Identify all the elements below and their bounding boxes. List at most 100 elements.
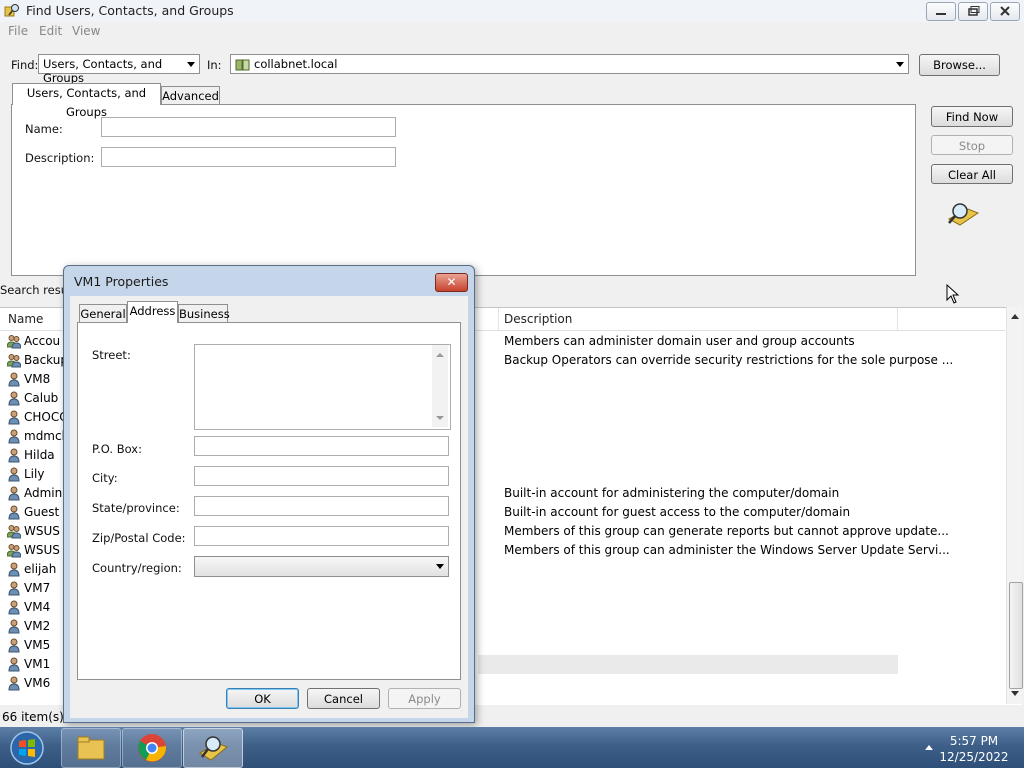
dialog-body: General Address Business Street: P.O. Bo… <box>70 296 468 718</box>
row-name: VM1 <box>24 657 51 671</box>
row-name: CHOCC <box>24 410 68 424</box>
row-name: Guest <box>24 505 60 519</box>
find-now-button[interactable]: Find Now <box>931 106 1013 127</box>
stop-button[interactable]: Stop <box>931 135 1013 155</box>
find-app-icon <box>4 4 19 17</box>
row-name: VM5 <box>24 638 51 652</box>
user-icon <box>8 391 20 406</box>
state-input[interactable] <box>194 496 449 516</box>
row-name: Hilda <box>24 448 55 462</box>
in-label: In: <box>207 58 222 72</box>
tab-business[interactable]: Business <box>178 304 230 324</box>
row-description: Backup Operators can override security r… <box>504 353 954 367</box>
group-icon <box>7 354 21 368</box>
restore-icon <box>968 6 980 16</box>
chrome-icon <box>138 734 167 762</box>
window-title: Find Users, Contacts, and Groups <box>26 3 234 18</box>
in-location-value: collabnet.local <box>254 57 338 71</box>
mouse-cursor-icon <box>946 284 960 304</box>
chevron-down-icon <box>436 564 444 569</box>
dialog-close-button[interactable]: ✕ <box>435 273 468 292</box>
name-label: Name: <box>25 122 63 136</box>
start-button[interactable] <box>3 728 51 767</box>
row-name: Admini <box>24 486 66 500</box>
scroll-up-icon[interactable] <box>435 350 445 358</box>
menu-view[interactable]: View <box>72 24 100 38</box>
user-icon <box>8 372 20 387</box>
country-select[interactable] <box>194 556 449 577</box>
user-icon <box>8 505 20 520</box>
results-scrollbar[interactable] <box>1006 307 1023 704</box>
user-icon <box>8 467 20 482</box>
scroll-up-icon[interactable] <box>1010 312 1020 320</box>
street-label: Street: <box>92 348 131 362</box>
menu-edit[interactable]: Edit <box>39 24 62 38</box>
clock-date: 12/25/2022 <box>939 750 1009 764</box>
minimize-button[interactable] <box>926 2 956 21</box>
user-icon <box>8 486 20 501</box>
domain-icon <box>235 59 250 71</box>
taskbar-explorer[interactable] <box>61 728 121 768</box>
zip-input[interactable] <box>194 526 449 546</box>
menu-bar: File Edit View <box>0 22 1024 42</box>
search-criteria-panel: Name: Description: <box>11 104 916 276</box>
find-label: Find: <box>11 58 39 72</box>
user-icon <box>8 600 20 615</box>
taskbar-chrome[interactable] <box>122 728 182 768</box>
scroll-thumb[interactable] <box>1009 582 1023 689</box>
in-location-select[interactable]: collabnet.local <box>230 54 909 74</box>
row-name: VM4 <box>24 600 51 614</box>
ok-button[interactable]: OK <box>226 688 299 709</box>
name-input[interactable] <box>101 117 396 137</box>
tab-users-contacts-groups[interactable]: Users, Contacts, and Groups <box>12 83 161 119</box>
status-text: 66 item(s) f <box>2 710 72 724</box>
clock[interactable]: 5:57 PM 12/25/2022 <box>934 733 1014 765</box>
city-input[interactable] <box>194 466 449 486</box>
tab-general[interactable]: General <box>79 304 127 324</box>
column-description-header[interactable]: Description <box>504 312 572 326</box>
clock-time: 5:57 PM <box>949 734 999 748</box>
pobox-input[interactable] <box>194 436 449 456</box>
chevron-down-icon <box>187 62 195 67</box>
user-icon <box>8 657 20 672</box>
find-type-select[interactable]: Users, Contacts, and Groups <box>38 54 200 85</box>
close-button[interactable] <box>990 2 1020 21</box>
row-name: Lily <box>24 467 45 481</box>
user-icon <box>8 638 20 653</box>
row-description: Members of this group can administer the… <box>504 543 950 557</box>
scroll-down-icon[interactable] <box>1010 690 1020 698</box>
browse-button[interactable]: Browse... <box>919 54 1000 76</box>
street-textarea[interactable] <box>194 344 451 430</box>
user-icon <box>8 676 20 691</box>
taskbar-find-users[interactable] <box>183 728 243 768</box>
show-hidden-icons-icon[interactable] <box>924 743 934 751</box>
row-description: Built-in account for guest access to the… <box>504 505 851 519</box>
column-name-header[interactable]: Name <box>8 312 43 326</box>
window-titlebar: Find Users, Contacts, and Groups <box>0 0 1024 23</box>
tab-advanced[interactable]: Advanced <box>161 86 220 106</box>
description-input[interactable] <box>101 147 396 167</box>
row-name: mdmck <box>24 429 69 443</box>
group-icon <box>7 335 21 349</box>
menu-file[interactable]: File <box>8 24 28 38</box>
find-app-icon <box>199 736 228 761</box>
clear-all-button[interactable]: Clear All <box>931 164 1013 184</box>
description-label: Description: <box>25 151 95 165</box>
row-name: VM8 <box>24 372 51 386</box>
cancel-button[interactable]: Cancel <box>307 688 380 709</box>
address-tab-panel: Street: P.O. Box: City: State/province: … <box>77 322 461 680</box>
user-icon <box>8 562 20 577</box>
country-label: Country/region: <box>92 561 182 575</box>
restore-button[interactable] <box>958 2 988 21</box>
search-animation-icon <box>947 203 980 226</box>
row-description: Members of this group can generate repor… <box>504 524 949 538</box>
group-icon <box>7 544 21 558</box>
row-description: Built-in account for administering the c… <box>504 486 840 500</box>
row-name: VM6 <box>24 676 51 690</box>
dialog-title: VM1 Properties <box>74 274 169 289</box>
pobox-label: P.O. Box: <box>92 442 142 456</box>
apply-button[interactable]: Apply <box>388 688 461 709</box>
tab-address[interactable]: Address <box>127 301 178 323</box>
user-icon <box>8 429 20 444</box>
scroll-down-icon[interactable] <box>435 415 445 423</box>
